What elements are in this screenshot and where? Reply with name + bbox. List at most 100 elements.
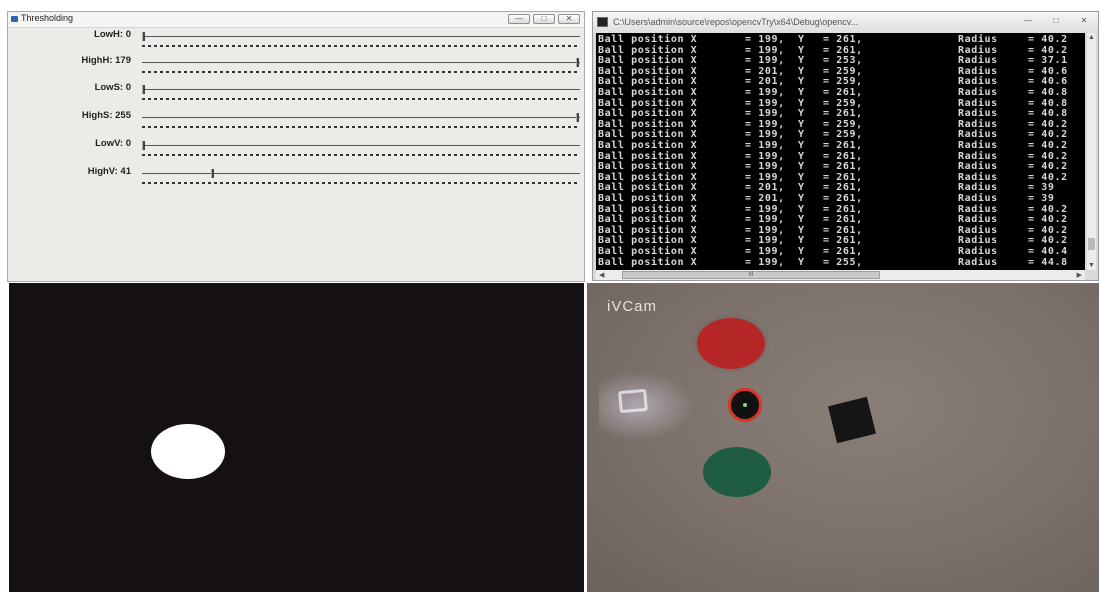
trackbar-thumb[interactable] <box>576 113 579 122</box>
scroll-right-icon[interactable]: ▶ <box>1077 271 1082 279</box>
red-ball <box>697 318 765 369</box>
console-line-x: = 199, <box>745 150 785 162</box>
console-line-yl: Y <box>798 235 805 247</box>
console-line-r: = 40.2 <box>1028 140 1068 151</box>
scroll-down-icon[interactable]: ▼ <box>1088 262 1095 269</box>
console-line-rl: Radius <box>958 182 998 194</box>
console-line-y: = 259, <box>823 97 863 109</box>
console-line-x: = 199, <box>745 44 785 56</box>
console-line: Ball position X = 199, Y = 253, Radius = 37.1 <box>598 56 1083 66</box>
horizontal-scroll-thumb[interactable]: III <box>622 271 880 279</box>
console-line-rl: Radius <box>958 140 998 151</box>
trackbar-label: HighH: 179 <box>81 55 131 66</box>
trackbar-track[interactable] <box>142 62 580 63</box>
minimize-icon[interactable]: — <box>508 14 530 24</box>
trackbar-track[interactable] <box>142 89 580 90</box>
green-ball <box>703 447 771 497</box>
console-horizontal-scrollbar[interactable]: ◀ III ▶ <box>596 270 1085 280</box>
vertical-scroll-thumb[interactable] <box>1088 238 1095 250</box>
trackbar-track[interactable] <box>142 117 580 118</box>
console-line-y: = 261, <box>823 87 863 98</box>
trackbar-ticks <box>142 182 580 184</box>
thresholding-title-bar[interactable]: Thresholding — □ ✕ <box>8 12 584 28</box>
close-icon[interactable]: ✕ <box>558 14 580 24</box>
camera-label: iVCam <box>607 298 658 315</box>
console-line-x: = 199, <box>745 224 785 236</box>
thresholding-window-title: Thresholding <box>21 13 74 23</box>
trackbar-thumb[interactable] <box>576 58 579 67</box>
console-line-yl: Y <box>798 161 805 173</box>
console-line-y: = 255, <box>823 256 863 268</box>
console-line-y: = 261, <box>823 193 863 204</box>
console-line-r: = 40.4 <box>1028 246 1068 257</box>
console-vertical-scrollbar[interactable]: ▲ ▼ <box>1087 33 1096 270</box>
console-line: Ball position X = 199, Y = 261, Radius = 40.2 <box>598 215 1083 225</box>
console-line: Ball position X = 199, Y = 255, Radius = 44.8 <box>598 256 1083 268</box>
console-line: Ball position X = 201, Y = 259, Radius = 40.6 <box>598 77 1083 87</box>
black-square-object <box>827 396 877 444</box>
console-line-x: = 199, <box>745 256 785 268</box>
console-line-r: = 40.2 <box>1028 150 1068 162</box>
console-line-rl: Radius <box>958 214 998 226</box>
console-line-rl: Radius <box>958 161 998 173</box>
console-line-label: Ball position X <box>598 108 698 120</box>
console-app-icon <box>597 17 608 27</box>
console-line: Ball position X = 199, Y = 259, Radius = 40.2 <box>598 130 1083 140</box>
console-line-x: = 199, <box>745 108 785 120</box>
maximize-icon[interactable]: □ <box>1046 17 1066 27</box>
detected-ball-blob <box>151 424 225 479</box>
console-line-y: = 261, <box>823 235 863 247</box>
console-line-yl: Y <box>798 118 805 130</box>
console-line-rl: Radius <box>958 129 998 141</box>
trackbar-track[interactable] <box>142 145 580 146</box>
trackbar-ticks <box>142 154 580 156</box>
trackbar-ticks <box>142 98 580 100</box>
console-line-rl: Radius <box>958 87 998 98</box>
minimize-icon[interactable]: — <box>1018 17 1038 27</box>
console-window-title: C:\Users\admin\source\repos\opencvTry\x6… <box>613 17 859 27</box>
trackbar-ticks <box>142 71 580 73</box>
trackbar-label: LowH: 0 <box>94 29 131 40</box>
console-line-yl: Y <box>798 108 805 120</box>
maximize-icon[interactable]: □ <box>533 14 555 24</box>
trackbar-thumb[interactable] <box>211 169 214 178</box>
console-line-y: = 261, <box>823 150 863 162</box>
console-line-x: = 199, <box>745 118 785 130</box>
console-line-x: = 199, <box>745 171 785 183</box>
console-line-rl: Radius <box>958 34 998 45</box>
console-line-yl: Y <box>798 182 805 194</box>
scroll-left-icon[interactable]: ◀ <box>599 271 604 279</box>
console-line-r: = 40.6 <box>1028 76 1068 88</box>
console-line-r: = 39 <box>1028 182 1055 194</box>
trackbar-label: LowS: 0 <box>94 82 131 93</box>
console-line-x: = 201, <box>745 65 785 77</box>
thresholding-window: Thresholding — □ ✕ LowH: 0 HighH: 179 LowS… <box>7 11 585 282</box>
console-line: Ball position X = 201, Y = 261, Radius = 39 <box>598 194 1083 204</box>
trackbar-thumb[interactable] <box>142 32 145 41</box>
console-line-y: = 261, <box>823 171 863 183</box>
tracked-ball-circle <box>728 388 762 422</box>
console-line-r: = 40.8 <box>1028 97 1068 109</box>
console-line-yl: Y <box>798 55 805 67</box>
console-title-bar[interactable]: C:\Users\admin\source\repos\opencvTry\x6… <box>593 12 1098 33</box>
console-line-yl: Y <box>798 150 805 162</box>
scroll-up-icon[interactable]: ▲ <box>1088 34 1095 41</box>
console-line-y: = 261, <box>823 214 863 226</box>
trackbar-track[interactable] <box>142 173 580 174</box>
console-line-r: = 37.1 <box>1028 55 1068 67</box>
console-line-r: = 44.8 <box>1028 256 1068 268</box>
close-icon[interactable]: ✕ <box>1074 17 1094 27</box>
console-line: Ball position X = 199, Y = 261, Radius = 40.2 <box>598 141 1083 151</box>
console-output[interactable]: Ball position X = 199, Y = 261, Radius = 40.2… <box>596 33 1085 270</box>
console-line-r: = 40.2 <box>1028 118 1068 130</box>
console-line-x: = 199, <box>745 246 785 257</box>
console-line-y: = 261, <box>823 203 863 215</box>
trackbar-thumb[interactable] <box>142 85 145 94</box>
console-line-yl: Y <box>798 87 805 98</box>
trackbar-thumb[interactable] <box>142 141 145 150</box>
console-line-label: Ball position X <box>598 140 698 151</box>
console-line-x: = 201, <box>745 193 785 204</box>
console-line-r: = 40.2 <box>1028 129 1068 141</box>
console-line: Ball position X = 199, Y = 261, Radius = 40.4 <box>598 247 1083 257</box>
trackbar-track[interactable] <box>142 36 580 37</box>
